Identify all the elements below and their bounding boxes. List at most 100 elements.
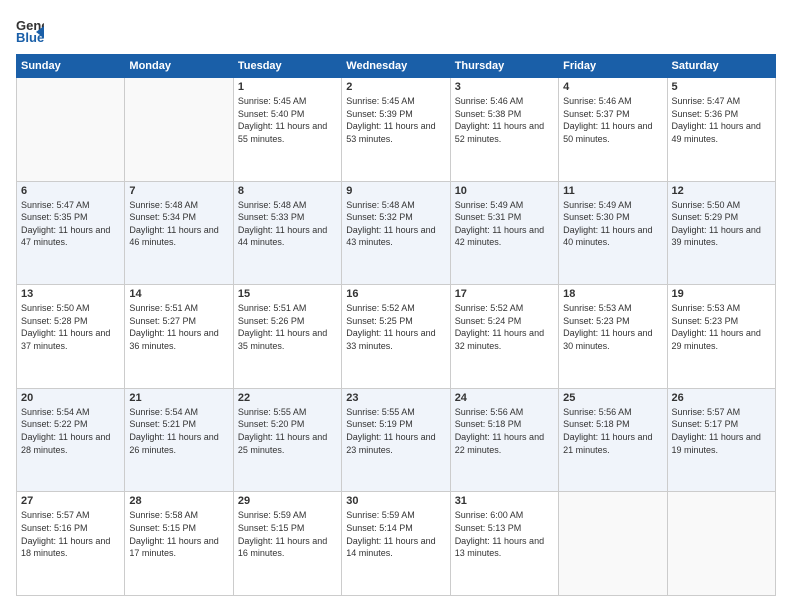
calendar-cell: 26Sunrise: 5:57 AM Sunset: 5:17 PM Dayli… (667, 388, 775, 492)
logo: General Blue (16, 16, 48, 44)
day-info: Sunrise: 5:56 AM Sunset: 5:18 PM Dayligh… (563, 406, 662, 456)
day-number: 11 (563, 185, 662, 197)
col-header-monday: Monday (125, 55, 233, 78)
calendar-cell: 9 Sunrise: 5:48 AM Sunset: 5:32 PM Daylig… (342, 181, 450, 285)
calendar-cell: 1 Sunrise: 5:45 AM Sunset: 5:40 PM Daylig… (233, 78, 341, 182)
day-info: Sunrise: 5:56 AM Sunset: 5:18 PM Dayligh… (455, 406, 554, 456)
day-info: Sunrise: 5:48 AM Sunset: 5:33 PM Dayligh… (238, 199, 337, 249)
calendar-cell: 16Sunrise: 5:52 AM Sunset: 5:25 PM Dayli… (342, 285, 450, 389)
day-number: 18 (563, 288, 662, 300)
calendar-week-row: 27 Sunrise: 5:57 AM Sunset: 5:16 PM Dayli… (17, 492, 776, 596)
calendar-cell: 15 Sunrise: 5:51 AM Sunset: 5:26 PM Dayli… (233, 285, 341, 389)
calendar-week-row: 6 Sunrise: 5:47 AM Sunset: 5:35 PM Daylig… (17, 181, 776, 285)
day-number: 25 (563, 392, 662, 404)
calendar-cell: 2 Sunrise: 5:45 AM Sunset: 5:39 PM Daylig… (342, 78, 450, 182)
day-number: 30 (346, 495, 445, 507)
day-number: 6 (21, 185, 120, 197)
day-info: Sunrise: 5:50 AM Sunset: 5:28 PM Dayligh… (21, 302, 120, 352)
calendar-cell: 23Sunrise: 5:55 AM Sunset: 5:19 PM Dayli… (342, 388, 450, 492)
col-header-wednesday: Wednesday (342, 55, 450, 78)
day-number: 20 (21, 392, 120, 404)
calendar-header-row: SundayMondayTuesdayWednesdayThursdayFrid… (17, 55, 776, 78)
svg-text:Blue: Blue (16, 30, 44, 44)
day-info: Sunrise: 5:48 AM Sunset: 5:32 PM Dayligh… (346, 199, 445, 249)
calendar-cell: 19 Sunrise: 5:53 AM Sunset: 5:23 PM Dayli… (667, 285, 775, 389)
day-info: Sunrise: 5:53 AM Sunset: 5:23 PM Dayligh… (672, 302, 771, 352)
col-header-saturday: Saturday (667, 55, 775, 78)
calendar-cell (17, 78, 125, 182)
day-info: Sunrise: 5:59 AM Sunset: 5:15 PM Dayligh… (238, 509, 337, 559)
day-number: 24 (455, 392, 554, 404)
day-number: 1 (238, 81, 337, 93)
day-number: 9 (346, 185, 445, 197)
day-info: Sunrise: 5:54 AM Sunset: 5:21 PM Dayligh… (129, 406, 228, 456)
day-number: 13 (21, 288, 120, 300)
day-info: Sunrise: 5:48 AM Sunset: 5:34 PM Dayligh… (129, 199, 228, 249)
day-number: 19 (672, 288, 771, 300)
calendar-cell (559, 492, 667, 596)
col-header-friday: Friday (559, 55, 667, 78)
calendar-cell: 28Sunrise: 5:58 AM Sunset: 5:15 PM Dayli… (125, 492, 233, 596)
calendar-cell: 11 Sunrise: 5:49 AM Sunset: 5:30 PM Dayli… (559, 181, 667, 285)
day-info: Sunrise: 5:54 AM Sunset: 5:22 PM Dayligh… (21, 406, 120, 456)
calendar-cell: 13 Sunrise: 5:50 AM Sunset: 5:28 PM Dayli… (17, 285, 125, 389)
calendar-cell: 20 Sunrise: 5:54 AM Sunset: 5:22 PM Dayli… (17, 388, 125, 492)
day-info: Sunrise: 5:46 AM Sunset: 5:38 PM Dayligh… (455, 95, 554, 145)
logo-icon: General Blue (16, 16, 44, 44)
calendar-cell: 14Sunrise: 5:51 AM Sunset: 5:27 PM Dayli… (125, 285, 233, 389)
day-number: 23 (346, 392, 445, 404)
day-number: 14 (129, 288, 228, 300)
calendar-cell: 17Sunrise: 5:52 AM Sunset: 5:24 PM Dayli… (450, 285, 558, 389)
day-info: Sunrise: 5:46 AM Sunset: 5:37 PM Dayligh… (563, 95, 662, 145)
col-header-tuesday: Tuesday (233, 55, 341, 78)
day-number: 27 (21, 495, 120, 507)
day-info: Sunrise: 5:49 AM Sunset: 5:31 PM Dayligh… (455, 199, 554, 249)
day-number: 31 (455, 495, 554, 507)
day-info: Sunrise: 5:51 AM Sunset: 5:26 PM Dayligh… (238, 302, 337, 352)
day-info: Sunrise: 5:49 AM Sunset: 5:30 PM Dayligh… (563, 199, 662, 249)
calendar-cell: 22Sunrise: 5:55 AM Sunset: 5:20 PM Dayli… (233, 388, 341, 492)
day-number: 29 (238, 495, 337, 507)
day-info: Sunrise: 5:45 AM Sunset: 5:40 PM Dayligh… (238, 95, 337, 145)
day-info: Sunrise: 5:47 AM Sunset: 5:36 PM Dayligh… (672, 95, 771, 145)
day-number: 10 (455, 185, 554, 197)
calendar-cell: 7Sunrise: 5:48 AM Sunset: 5:34 PM Daylig… (125, 181, 233, 285)
day-number: 4 (563, 81, 662, 93)
calendar-cell: 31Sunrise: 6:00 AM Sunset: 5:13 PM Dayli… (450, 492, 558, 596)
day-number: 15 (238, 288, 337, 300)
day-number: 5 (672, 81, 771, 93)
day-info: Sunrise: 5:58 AM Sunset: 5:15 PM Dayligh… (129, 509, 228, 559)
calendar-week-row: 13 Sunrise: 5:50 AM Sunset: 5:28 PM Dayli… (17, 285, 776, 389)
day-info: Sunrise: 5:47 AM Sunset: 5:35 PM Dayligh… (21, 199, 120, 249)
calendar-cell: 24 Sunrise: 5:56 AM Sunset: 5:18 PM Dayli… (450, 388, 558, 492)
calendar-cell: 4 Sunrise: 5:46 AM Sunset: 5:37 PM Daylig… (559, 78, 667, 182)
day-number: 2 (346, 81, 445, 93)
calendar-cell: 12Sunrise: 5:50 AM Sunset: 5:29 PM Dayli… (667, 181, 775, 285)
col-header-thursday: Thursday (450, 55, 558, 78)
day-number: 16 (346, 288, 445, 300)
calendar-cell: 10 Sunrise: 5:49 AM Sunset: 5:31 PM Dayli… (450, 181, 558, 285)
day-info: Sunrise: 5:45 AM Sunset: 5:39 PM Dayligh… (346, 95, 445, 145)
calendar-cell (125, 78, 233, 182)
day-number: 26 (672, 392, 771, 404)
calendar-cell: 3 Sunrise: 5:46 AM Sunset: 5:38 PM Daylig… (450, 78, 558, 182)
day-info: Sunrise: 5:52 AM Sunset: 5:24 PM Dayligh… (455, 302, 554, 352)
day-info: Sunrise: 5:50 AM Sunset: 5:29 PM Dayligh… (672, 199, 771, 249)
day-info: Sunrise: 5:59 AM Sunset: 5:14 PM Dayligh… (346, 509, 445, 559)
day-number: 8 (238, 185, 337, 197)
calendar-cell (667, 492, 775, 596)
calendar-cell: 18Sunrise: 5:53 AM Sunset: 5:23 PM Dayli… (559, 285, 667, 389)
calendar-cell: 27 Sunrise: 5:57 AM Sunset: 5:16 PM Dayli… (17, 492, 125, 596)
col-header-sunday: Sunday (17, 55, 125, 78)
calendar-week-row: 20 Sunrise: 5:54 AM Sunset: 5:22 PM Dayli… (17, 388, 776, 492)
day-info: Sunrise: 5:57 AM Sunset: 5:16 PM Dayligh… (21, 509, 120, 559)
calendar-cell: 6 Sunrise: 5:47 AM Sunset: 5:35 PM Daylig… (17, 181, 125, 285)
calendar-cell: 29 Sunrise: 5:59 AM Sunset: 5:15 PM Dayli… (233, 492, 341, 596)
calendar-week-row: 1 Sunrise: 5:45 AM Sunset: 5:40 PM Daylig… (17, 78, 776, 182)
day-info: Sunrise: 5:55 AM Sunset: 5:20 PM Dayligh… (238, 406, 337, 456)
calendar-cell: 25 Sunrise: 5:56 AM Sunset: 5:18 PM Dayli… (559, 388, 667, 492)
day-number: 21 (129, 392, 228, 404)
calendar-table: SundayMondayTuesdayWednesdayThursdayFrid… (16, 54, 776, 596)
calendar-cell: 5 Sunrise: 5:47 AM Sunset: 5:36 PM Daylig… (667, 78, 775, 182)
day-number: 3 (455, 81, 554, 93)
